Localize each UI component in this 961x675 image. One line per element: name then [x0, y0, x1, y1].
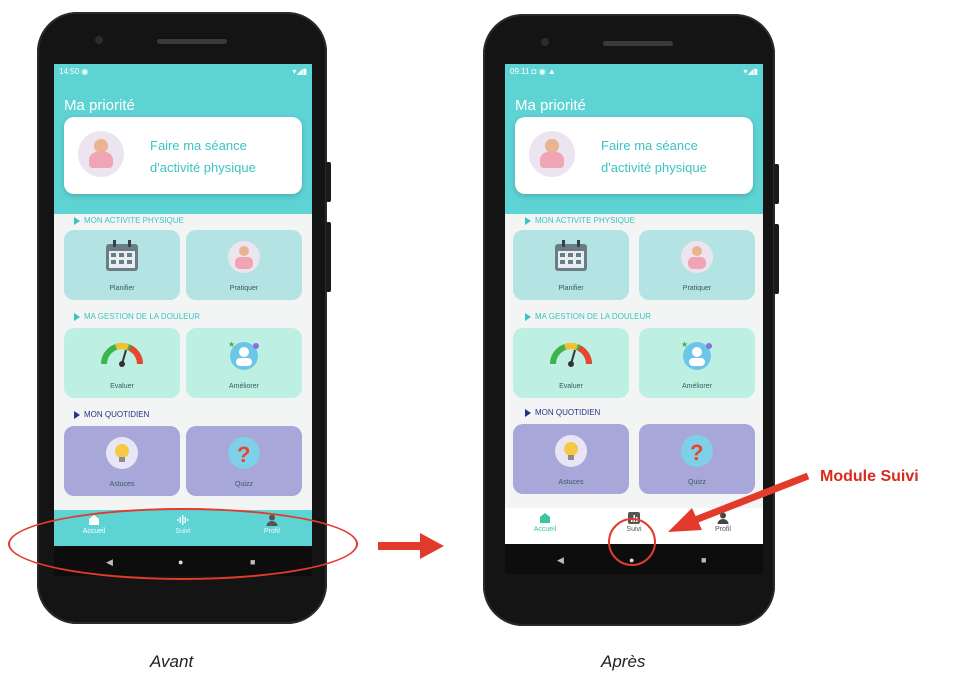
recents-icon[interactable]: ■	[701, 555, 706, 565]
tile-label: Planifier	[558, 285, 584, 292]
lightbulb-icon	[106, 437, 138, 469]
exercise-icon	[681, 241, 713, 273]
tile-label: Planifier	[109, 285, 135, 292]
person-improve-icon: ★	[228, 340, 259, 370]
triangle-icon	[74, 410, 80, 419]
tile-improve[interactable]: ★ Améliorer	[639, 328, 755, 398]
screen-before: 14:50 ◉ ▾◢▮ Ma priorité Faire ma séance …	[54, 64, 312, 576]
pointer-arrow-icon	[668, 472, 810, 532]
section-activity: MON ACTIVITE PHYSIQUE	[74, 216, 184, 225]
nav-home[interactable]: Accueil	[515, 512, 575, 533]
exercise-icon	[228, 241, 260, 273]
caption-after: Après	[601, 652, 646, 671]
tile-label: Améliorer	[229, 383, 259, 390]
svg-text:?: ?	[237, 442, 250, 467]
person-improve-icon: ★	[681, 340, 712, 370]
lightbulb-icon	[555, 435, 587, 467]
section-pain: MA GESTION DE LA DOULEUR	[525, 312, 651, 321]
power-button	[774, 164, 779, 204]
section-pain: MA GESTION DE LA DOULEUR	[74, 312, 200, 321]
tile-label: Evaluer	[110, 383, 134, 390]
section-daily: MON QUOTIDIEN	[74, 410, 149, 419]
tile-label: Pratiquer	[682, 285, 712, 292]
tile-label: Quizz	[235, 481, 253, 488]
notification-icon: ◘ ◉ ▲	[531, 66, 556, 76]
tile-improve[interactable]: ★ Améliorer	[186, 328, 302, 398]
priority-card[interactable]: Faire ma séance d'activité physique	[64, 117, 302, 194]
tile-tips[interactable]: Astuces	[513, 424, 629, 494]
notification-icon: ◉	[81, 66, 89, 76]
back-icon[interactable]: ◀	[557, 555, 564, 566]
highlight-oval-nav	[8, 508, 358, 580]
gauge-icon	[550, 342, 592, 367]
status-time: 14:50	[59, 66, 80, 76]
tile-plan[interactable]: Planifier	[64, 230, 180, 300]
earpiece-speaker	[157, 39, 227, 44]
volume-button	[774, 224, 779, 294]
priority-text: Faire ma séance d'activité physique	[150, 138, 256, 175]
priority-text: Faire ma séance d'activité physique	[601, 138, 707, 175]
tile-tips[interactable]: Astuces	[64, 426, 180, 496]
triangle-icon	[74, 312, 80, 321]
transition-arrow-icon	[378, 533, 444, 559]
earpiece-speaker	[603, 41, 673, 46]
svg-text:?: ?	[690, 440, 703, 465]
highlight-circle-suivi	[608, 518, 656, 566]
signal-battery-icon: ▾◢▮	[743, 66, 758, 76]
tile-plan[interactable]: Planifier	[513, 230, 629, 300]
status-bar: 09:11 ◘ ◉ ▲ ▾◢▮	[505, 64, 763, 78]
tile-label: Astuces	[558, 479, 584, 486]
triangle-icon	[525, 408, 531, 417]
power-button	[326, 162, 331, 202]
tile-evaluate[interactable]: Evaluer	[513, 328, 629, 398]
tile-label: Pratiquer	[229, 285, 259, 292]
tile-evaluate[interactable]: Evaluer	[64, 328, 180, 398]
front-camera	[541, 38, 549, 46]
status-bar: 14:50 ◉ ▾◢▮	[54, 64, 312, 78]
tile-practice[interactable]: Pratiquer	[186, 230, 302, 300]
tile-label: Evaluer	[559, 383, 583, 390]
tile-label: Astuces	[109, 481, 135, 488]
tile-practice[interactable]: Pratiquer	[639, 230, 755, 300]
section-activity: MON ACTIVITE PHYSIQUE	[525, 216, 635, 225]
module-suivi-label: Module Suivi	[820, 468, 919, 485]
tile-label: Améliorer	[682, 383, 712, 390]
status-time: 09:11	[510, 66, 530, 76]
question-mark-icon: ?	[228, 437, 260, 469]
section-daily: MON QUOTIDIEN	[525, 408, 600, 417]
priority-card[interactable]: Faire ma séance d'activité physique	[515, 117, 753, 194]
svg-text:★: ★	[681, 340, 688, 349]
triangle-icon	[525, 312, 531, 321]
app-title: Ma priorité	[64, 97, 135, 114]
volume-button	[326, 222, 331, 292]
caption-before: Avant	[150, 652, 194, 671]
home-icon	[540, 513, 550, 523]
calendar-icon	[555, 240, 587, 271]
triangle-icon	[525, 216, 531, 225]
triangle-icon	[74, 216, 80, 225]
svg-text:★: ★	[228, 340, 235, 349]
app-title: Ma priorité	[515, 97, 586, 114]
calendar-icon	[106, 240, 138, 271]
tile-quiz[interactable]: ? Quizz	[186, 426, 302, 496]
signal-battery-icon: ▾◢▮	[292, 66, 307, 76]
question-mark-icon: ?	[681, 435, 713, 467]
front-camera	[95, 36, 103, 44]
exercise-avatar-icon	[78, 131, 124, 177]
gauge-icon	[101, 342, 143, 367]
exercise-avatar-icon	[529, 131, 575, 177]
